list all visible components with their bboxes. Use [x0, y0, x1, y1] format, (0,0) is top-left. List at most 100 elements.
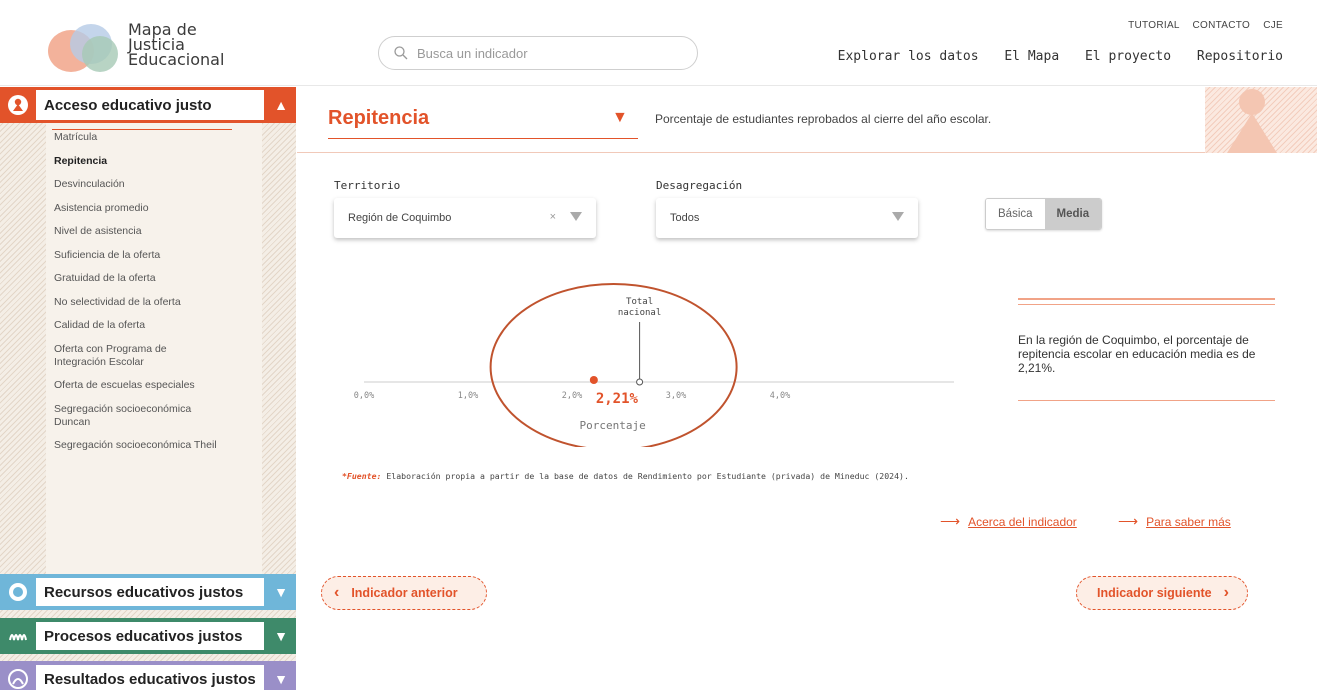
chevron-left-icon: ‹ [334, 584, 340, 601]
pawn-head [1239, 89, 1265, 115]
data-point-label: 2,21% [596, 391, 639, 407]
site-logo[interactable]: Mapa de Justicia Educacional [48, 20, 238, 76]
clear-icon[interactable]: × [550, 211, 556, 223]
desagregacion-value: Todos [670, 212, 700, 224]
chevron-down-icon[interactable] [570, 212, 582, 221]
source-label: *Fuente: [342, 471, 382, 481]
level-toggle: Básica Media [985, 198, 1103, 230]
indicator-repitencia[interactable]: Repitencia [46, 155, 262, 168]
indicator-gratuidad-de-la-oferta[interactable]: Gratuidad de la oferta [46, 272, 262, 285]
source-note: *Fuente: Elaboración propia a partir de … [342, 471, 909, 481]
arrow-right-icon: ⟶ [1118, 513, 1139, 529]
link-text: Acerca del indicador [968, 514, 1077, 529]
territorio-label: Territorio [334, 179, 401, 192]
category-procesos-educativos-justos[interactable]: Procesos educativos justos ▼ [0, 618, 296, 654]
summary-rule-bottom [1018, 400, 1275, 401]
expand-arrow-icon[interactable]: ▼ [266, 661, 296, 690]
waves-icon [0, 618, 36, 654]
x-tick-label: 3,0% [666, 391, 686, 401]
expand-arrow-icon[interactable]: ▼ [266, 618, 296, 654]
indicator-matricula[interactable]: Matrícula [46, 131, 262, 144]
indicator-desvinculacion[interactable]: Desvinculación [46, 178, 262, 191]
indicador-siguiente-button[interactable]: Indicador siguiente › [1076, 576, 1248, 610]
indicator-header: Repitencia ▼ Porcentaje de estudiantes r… [297, 87, 1317, 153]
indicator-nivel-de-asistencia[interactable]: Nivel de asistencia [46, 225, 262, 238]
sidebar: Acceso educativo justo ▲ Matrícula Repit… [0, 87, 296, 690]
search-input[interactable]: Busca un indicador [378, 36, 698, 70]
territorio-select[interactable]: Región de Coquimbo × [334, 198, 596, 238]
category-underline [52, 129, 232, 130]
indicator-segregacion-duncan[interactable]: Segregación socioeconómica Duncan [46, 403, 226, 429]
indicator-oferta-pie[interactable]: Oferta con Programa de Integración Escol… [46, 343, 196, 369]
source-text: Elaboración propia a partir de la base d… [381, 471, 909, 481]
x-tick-label: 4,0% [770, 391, 790, 401]
expand-arrow-icon[interactable]: ▼ [266, 574, 296, 610]
x-axis-title: Porcentaje [579, 419, 645, 432]
search-icon [394, 46, 408, 60]
reference-label: Total [626, 297, 653, 307]
gear-icon [0, 574, 36, 610]
summary-rule-top [1018, 298, 1275, 300]
contacto-link[interactable]: CONTACTO [1193, 20, 1251, 31]
chevron-right-icon: › [1223, 584, 1229, 601]
indicator-title[interactable]: Repitencia [328, 107, 429, 130]
category-resultados-educativos-justos[interactable]: Resultados educativos justos ▼ [0, 661, 296, 690]
data-point [589, 376, 598, 384]
logo-text: Mapa de Justicia Educacional [128, 22, 225, 69]
category-label: Procesos educativos justos [36, 622, 264, 650]
indicator-escuelas-especiales[interactable]: Oferta de escuelas especiales [46, 379, 262, 392]
category-label: Recursos educativos justos [36, 578, 264, 606]
pawn-illustration [1205, 87, 1317, 153]
x-tick-label: 0,0% [354, 391, 374, 401]
x-tick-label: 2,0% [562, 391, 582, 401]
logo-line-3: Educacional [128, 50, 225, 69]
summary-text: En la región de Coquimbo, el porcentaje … [1018, 333, 1256, 375]
search-placeholder: Busca un indicador [417, 45, 528, 61]
header: Mapa de Justicia Educacional Busca un in… [0, 0, 1317, 86]
main-nav: Explorar los datos El Mapa El proyecto R… [820, 49, 1283, 64]
indicator-description: Porcentaje de estudiantes reprobados al … [655, 112, 992, 126]
category-label: Acceso educativo justo [36, 90, 264, 120]
pawn-icon [0, 87, 36, 123]
indicator-asistencia-promedio[interactable]: Asistencia promedio [46, 202, 262, 215]
main-content: Repitencia ▼ Porcentaje de estudiantes r… [297, 87, 1317, 690]
x-tick-label: 1,0% [458, 391, 478, 401]
person-icon [0, 661, 36, 690]
logo-blob-green [82, 36, 118, 72]
top-links: TUTORIAL CONTACTO CJE [1118, 20, 1283, 31]
reference-marker [636, 378, 644, 386]
territorio-value: Región de Coquimbo [348, 212, 452, 224]
tutorial-link[interactable]: TUTORIAL [1128, 20, 1179, 31]
indicator-dropdown-icon[interactable]: ▼ [612, 109, 628, 127]
prev-label: Indicador anterior [351, 586, 458, 600]
indicator-title-underline [328, 138, 638, 139]
cje-link[interactable]: CJE [1263, 20, 1283, 31]
desagregacion-select[interactable]: Todos [656, 198, 918, 238]
category-recursos-educativos-justos[interactable]: Recursos educativos justos ▼ [0, 574, 296, 610]
category-label: Resultados educativos justos [36, 665, 264, 690]
media-button[interactable]: Media [1044, 199, 1102, 229]
para-saber-mas-link[interactable]: ⟶ Para saber más [1118, 513, 1231, 530]
summary-rule-top-thin [1018, 304, 1275, 305]
arrow-right-icon: ⟶ [940, 513, 961, 529]
indicator-calidad-de-la-oferta[interactable]: Calidad de la oferta [46, 319, 262, 332]
reference-label: nacional [618, 308, 661, 318]
nav-repositorio[interactable]: Repositorio [1197, 49, 1283, 64]
desagregacion-label: Desagregación [656, 179, 743, 192]
category-acceso-educativo-justo[interactable]: Acceso educativo justo ▲ [0, 87, 296, 123]
nav-explorar-los-datos[interactable]: Explorar los datos [838, 49, 979, 64]
indicator-suficiencia-de-la-oferta[interactable]: Suficiencia de la oferta [46, 249, 262, 262]
indicator-no-selectividad[interactable]: No selectividad de la oferta [46, 296, 262, 309]
collapse-arrow-icon[interactable]: ▲ [266, 87, 296, 123]
indicador-anterior-button[interactable]: ‹ Indicador anterior [321, 576, 487, 610]
indicator-list: Matrícula Repitencia Desvinculación Asis… [46, 123, 262, 577]
chevron-down-icon[interactable] [892, 212, 904, 221]
link-text: Para saber más [1146, 514, 1231, 529]
dot-plot-chart: 0,0% 1,0% 2,0% 3,0% 4,0% Totalnacional 2,21% Po… [354, 283, 954, 447]
nav-el-proyecto[interactable]: El proyecto [1085, 49, 1171, 64]
pawn-body [1227, 113, 1277, 153]
acerca-del-indicador-link[interactable]: ⟶ Acerca del indicador [940, 513, 1077, 530]
indicator-segregacion-theil[interactable]: Segregación socioeconómica Theil [46, 439, 226, 452]
basica-button[interactable]: Básica [986, 199, 1045, 229]
nav-el-mapa[interactable]: El Mapa [1004, 49, 1059, 64]
